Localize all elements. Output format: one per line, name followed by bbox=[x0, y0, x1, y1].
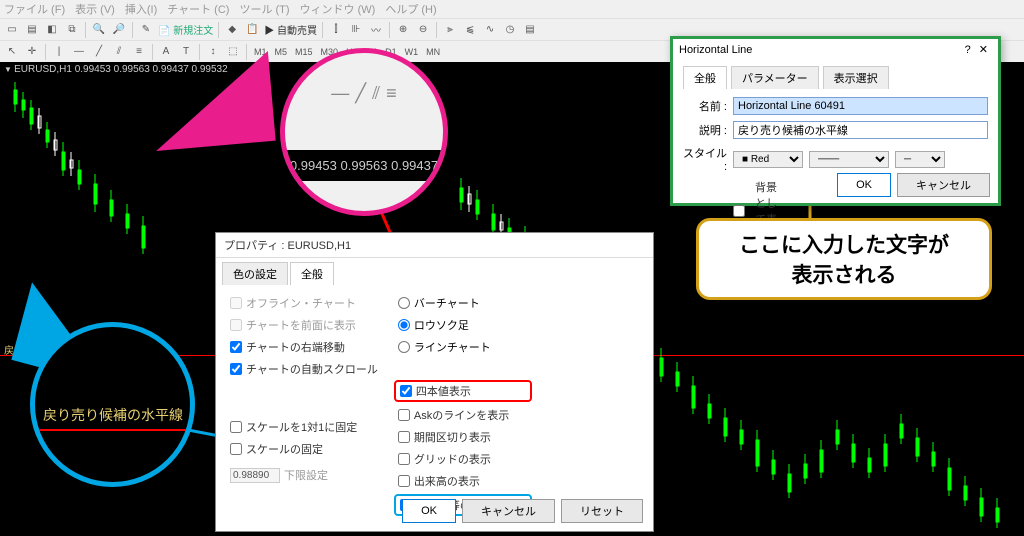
annotation-callout: ここに入力した文字が 表示される bbox=[696, 218, 992, 300]
hl-color-select[interactable]: ■ Red bbox=[733, 151, 803, 168]
period-icon[interactable]: ◷ bbox=[501, 21, 519, 39]
indicator-icon[interactable]: ∿ bbox=[481, 21, 499, 39]
cancel-button[interactable]: キャンセル bbox=[462, 499, 555, 523]
radio-bar[interactable]: バーチャート bbox=[398, 295, 528, 311]
template-icon[interactable]: ▤ bbox=[521, 21, 539, 39]
ok-button[interactable]: OK bbox=[402, 499, 456, 523]
menu-bar: ファイル (F) 表示 (V) 挿入(I) チャート (C) ツール (T) ウ… bbox=[0, 0, 1024, 18]
tab-colors[interactable]: 色の設定 bbox=[222, 262, 288, 285]
menu-help[interactable]: ヘルプ (H) bbox=[385, 1, 436, 17]
ohlc-magnifier: —╱⫽≡ 0.99453 0.99563 0.99437 bbox=[280, 48, 448, 216]
new-order-button[interactable]: 新規注文 bbox=[173, 26, 213, 37]
fib-icon[interactable]: ≡ bbox=[130, 43, 148, 61]
menu-view[interactable]: 表示 (V) bbox=[75, 1, 115, 17]
tb-icon[interactable]: ◧ bbox=[43, 21, 61, 39]
reset-button[interactable]: リセット bbox=[561, 499, 643, 523]
text-icon[interactable]: A bbox=[157, 43, 175, 61]
hl-tab-general[interactable]: 全般 bbox=[683, 66, 727, 89]
tb-icon[interactable]: ✎ bbox=[137, 21, 155, 39]
tf-m15[interactable]: M15 bbox=[291, 47, 317, 57]
radio-candle[interactable]: ロウソク足 bbox=[398, 317, 528, 333]
tb-icon[interactable]: ▤ bbox=[23, 21, 41, 39]
hl-linestyle-select[interactable]: ─── bbox=[809, 151, 889, 168]
tab-general[interactable]: 全般 bbox=[290, 262, 334, 285]
line-label-magnifier: 戻り売り候補の水平線 bbox=[30, 322, 195, 487]
line-label-zoom: 戻り売り候補の水平線 bbox=[43, 405, 183, 425]
menu-window[interactable]: ウィンドウ (W) bbox=[300, 1, 376, 17]
zoom-out-icon[interactable]: 🔎 bbox=[110, 21, 128, 39]
tf-w1[interactable]: W1 bbox=[401, 47, 423, 57]
tb-icon[interactable]: ◆ bbox=[223, 21, 241, 39]
hl-tab-display[interactable]: 表示選択 bbox=[823, 66, 889, 89]
zoom-out-icon[interactable]: ⊖ bbox=[414, 21, 432, 39]
hl-ok-button[interactable]: OK bbox=[837, 173, 891, 197]
hl-desc-input[interactable] bbox=[733, 121, 988, 139]
hl-name-label: 名前 : bbox=[683, 98, 727, 114]
cursor-icon[interactable]: ↖ bbox=[3, 43, 21, 61]
crosshair-icon[interactable]: ✛ bbox=[23, 43, 41, 61]
chk-front: チャートを前面に表示 bbox=[230, 317, 378, 333]
zoom-in-icon[interactable]: 🔍 bbox=[90, 21, 108, 39]
lower-limit-field: 下限設定 bbox=[230, 467, 378, 483]
hl-desc-label: 説明 : bbox=[683, 122, 727, 138]
hline-icon[interactable]: — bbox=[70, 43, 88, 61]
menu-chart[interactable]: チャート (C) bbox=[167, 1, 229, 17]
autoscroll-icon[interactable]: ⫹ bbox=[461, 21, 479, 39]
pink-callout-pointer bbox=[148, 51, 275, 151]
chk-fixscale[interactable]: スケールの固定 bbox=[230, 441, 378, 457]
hl-cancel-button[interactable]: キャンセル bbox=[897, 173, 990, 197]
hl-width-select[interactable]: ─ bbox=[895, 151, 945, 168]
ohlc-values-zoom: 0.99453 0.99563 0.99437 bbox=[285, 150, 443, 181]
chk-shift[interactable]: チャートの右端移動 bbox=[230, 339, 378, 355]
tf-mn[interactable]: MN bbox=[422, 47, 444, 57]
candle-chart-icon[interactable]: ⊪ bbox=[347, 21, 365, 39]
chk-period[interactable]: 期間区切り表示 bbox=[398, 429, 528, 445]
tb-icon[interactable]: ⧉ bbox=[63, 21, 81, 39]
chart-properties-dialog: プロパティ : EURUSD,H1 色の設定 全般 オフライン・チャート チャー… bbox=[215, 232, 654, 532]
line-chart-icon[interactable]: 〰 bbox=[367, 21, 385, 39]
shift-icon[interactable]: ⫸ bbox=[441, 21, 459, 39]
menu-file[interactable]: ファイル (F) bbox=[4, 1, 65, 17]
tb-icon[interactable]: ▭ bbox=[3, 21, 21, 39]
hline-dialog-title: Horizontal Line bbox=[679, 44, 752, 56]
hl-tab-parameters[interactable]: パラメーター bbox=[731, 66, 819, 89]
help-icon[interactable]: ? bbox=[961, 44, 975, 56]
hl-name-input[interactable] bbox=[733, 97, 988, 115]
close-icon[interactable]: ✕ bbox=[975, 43, 992, 56]
chk-autoscroll[interactable]: チャートの自動スクロール bbox=[230, 361, 378, 377]
chk-ohlc[interactable]: 四本値表示 bbox=[400, 383, 526, 399]
vline-icon[interactable]: | bbox=[50, 43, 68, 61]
chk-offline: オフライン・チャート bbox=[230, 295, 378, 311]
zoom-in-icon[interactable]: ⊕ bbox=[394, 21, 412, 39]
chk-grid[interactable]: グリッドの表示 bbox=[398, 451, 528, 467]
chk-ask[interactable]: Askのラインを表示 bbox=[398, 407, 528, 423]
chk-fix11[interactable]: スケールを1対1に固定 bbox=[230, 419, 378, 435]
dialog-title: プロパティ : EURUSD,H1 bbox=[216, 233, 653, 258]
menu-insert[interactable]: 挿入(I) bbox=[125, 1, 157, 17]
auto-trade-button[interactable]: 自動売買 bbox=[277, 26, 317, 37]
hl-style-label: スタイル : bbox=[683, 145, 727, 173]
horizontal-line-dialog: Horizontal Line ? ✕ 全般 パラメーター 表示選択 名前 : … bbox=[670, 36, 1001, 206]
trendline-icon[interactable]: ╱ bbox=[90, 43, 108, 61]
channel-icon[interactable]: ⫽ bbox=[110, 43, 128, 61]
tb-icon[interactable]: 📋 bbox=[243, 21, 261, 39]
radio-line[interactable]: ラインチャート bbox=[398, 339, 528, 355]
bar-chart-icon[interactable]: ⫿ bbox=[327, 21, 345, 39]
chk-volume[interactable]: 出来高の表示 bbox=[398, 473, 528, 489]
tf-m5[interactable]: M5 bbox=[271, 47, 292, 57]
menu-tool[interactable]: ツール (T) bbox=[239, 1, 289, 17]
